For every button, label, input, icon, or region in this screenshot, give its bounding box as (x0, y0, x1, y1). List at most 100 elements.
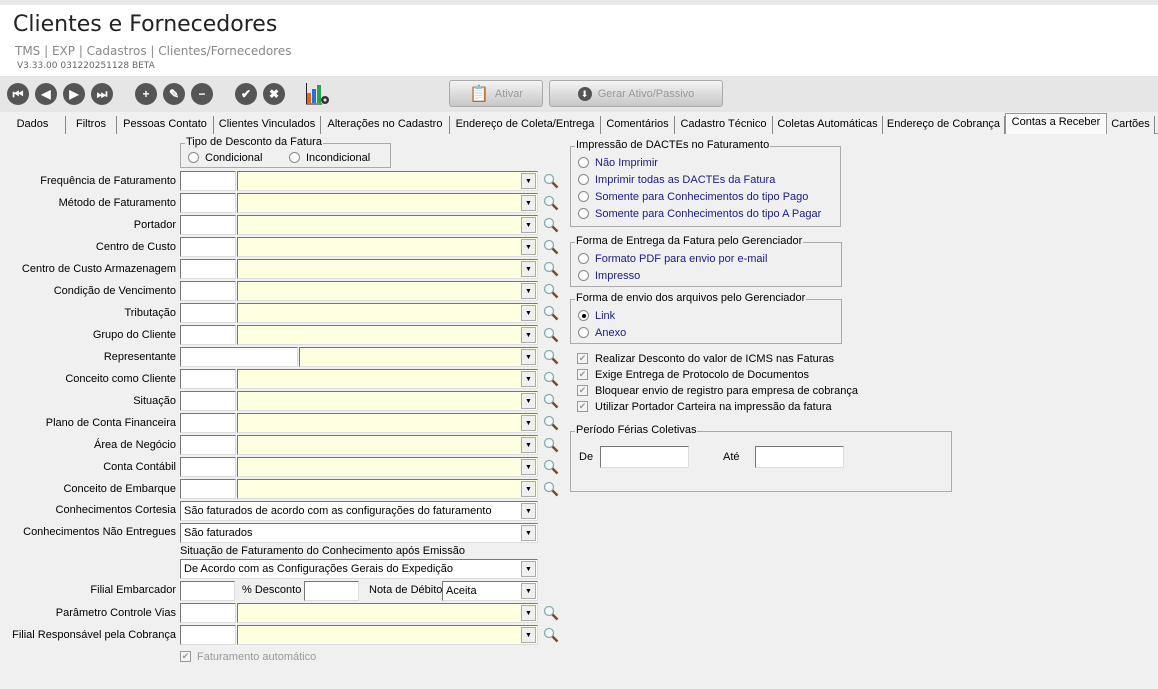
chevron-down-icon[interactable]: ▼ (521, 561, 536, 577)
remove-icon[interactable]: − (191, 83, 213, 105)
gerar-ativo-passivo-button[interactable]: ⬇ Gerar Ativo/Passivo (549, 80, 723, 107)
edit-icon[interactable]: ✎ (163, 83, 185, 105)
lookup-14-code-input[interactable] (180, 479, 236, 499)
radio-impressao-0[interactable] (578, 157, 589, 168)
lookup-8-code-input[interactable] (180, 347, 298, 367)
magnifier-icon[interactable] (543, 305, 559, 321)
tab-carto-es[interactable]: Cartões (1107, 116, 1155, 134)
magnifier-icon[interactable] (543, 261, 559, 277)
magnifier-icon[interactable] (543, 393, 559, 409)
lookup-4-select[interactable]: ▼ (237, 259, 538, 279)
chevron-down-icon[interactable]: ▼ (521, 605, 536, 621)
last-icon[interactable]: ⏭ (91, 83, 113, 105)
chevron-down-icon[interactable]: ▼ (521, 481, 536, 497)
lookup-3-select[interactable]: ▼ (237, 237, 538, 257)
radio-envio-0[interactable] (578, 310, 589, 321)
magnifier-icon[interactable] (543, 239, 559, 255)
parametro-controle-vias-code-input[interactable] (180, 603, 236, 623)
lookup-13-code-input[interactable] (180, 457, 236, 477)
tab-enderec-o-de-coleta-entrega[interactable]: Endereço de Coleta/Entrega (450, 116, 601, 134)
magnifier-icon[interactable] (543, 481, 559, 497)
magnifier-icon[interactable] (543, 459, 559, 475)
tab-filtros[interactable]: Filtros (66, 116, 117, 134)
lookup-14-select[interactable]: ▼ (237, 479, 538, 499)
chevron-down-icon[interactable]: ▼ (521, 261, 536, 277)
filial-embarcador-input[interactable] (180, 581, 235, 601)
radio-condicional[interactable] (188, 152, 199, 163)
lookup-12-select[interactable]: ▼ (237, 435, 538, 455)
nota-debito-select[interactable]: Aceita ▼ (442, 581, 538, 601)
chevron-down-icon[interactable]: ▼ (521, 583, 536, 599)
lookup-11-select[interactable]: ▼ (237, 413, 538, 433)
chevron-down-icon[interactable]: ▼ (521, 525, 536, 541)
magnifier-icon[interactable] (543, 173, 559, 189)
check-0-checkbox[interactable]: ✔ (577, 353, 588, 364)
radio-incondicional[interactable] (289, 152, 300, 163)
nao-entregues-select[interactable]: São faturados ▼ (180, 523, 538, 543)
lookup-9-select[interactable]: ▼ (237, 369, 538, 389)
chevron-down-icon[interactable]: ▼ (521, 217, 536, 233)
check-2-checkbox[interactable]: ✔ (577, 385, 588, 396)
radio-impressao-1[interactable] (578, 174, 589, 185)
ativar-button[interactable]: 📋 Ativar (449, 80, 543, 107)
add-icon[interactable]: + (135, 83, 157, 105)
magnifier-icon[interactable] (543, 195, 559, 211)
magnifier-icon[interactable] (543, 371, 559, 387)
situacao-select[interactable]: De Acordo com as Configurações Gerais do… (180, 559, 538, 579)
tab-cadastro-te-cnico[interactable]: Cadastro Técnico (675, 116, 773, 134)
lookup-2-code-input[interactable] (180, 215, 236, 235)
lookup-3-code-input[interactable] (180, 237, 236, 257)
tab-coletas-automa-ticas[interactable]: Coletas Automáticas (773, 116, 883, 134)
lookup-10-code-input[interactable] (180, 391, 236, 411)
faturamento-automatico-checkbox[interactable]: ✔ (180, 651, 191, 662)
chevron-down-icon[interactable]: ▼ (521, 459, 536, 475)
chevron-down-icon[interactable]: ▼ (521, 627, 536, 643)
lookup-2-select[interactable]: ▼ (237, 215, 538, 235)
radio-impressao-2[interactable] (578, 191, 589, 202)
tab-pessoas-contato[interactable]: Pessoas Contato (117, 116, 214, 134)
magnifier-icon[interactable] (543, 605, 559, 621)
previous-icon[interactable]: ◀ (35, 83, 57, 105)
lookup-13-select[interactable]: ▼ (237, 457, 538, 477)
cancel-icon[interactable]: ✖ (263, 83, 285, 105)
tab-alterac-o-es-no-cadastro[interactable]: Alterações no Cadastro (321, 116, 450, 134)
confirm-icon[interactable]: ✔ (235, 83, 257, 105)
lookup-8-select[interactable]: ▼ (299, 347, 538, 367)
radio-impressao-3[interactable] (578, 208, 589, 219)
lookup-11-code-input[interactable] (180, 413, 236, 433)
check-3-checkbox[interactable]: ✔ (577, 401, 588, 412)
check-1-checkbox[interactable]: ✔ (577, 369, 588, 380)
lookup-9-code-input[interactable] (180, 369, 236, 389)
chevron-down-icon[interactable]: ▼ (521, 305, 536, 321)
lookup-0-code-input[interactable] (180, 171, 236, 191)
chevron-down-icon[interactable]: ▼ (521, 195, 536, 211)
next-icon[interactable]: ▶ (63, 83, 85, 105)
magnifier-icon[interactable] (543, 349, 559, 365)
chevron-down-icon[interactable]: ▼ (521, 239, 536, 255)
lookup-5-code-input[interactable] (180, 281, 236, 301)
chevron-down-icon[interactable]: ▼ (521, 173, 536, 189)
lookup-4-code-input[interactable] (180, 259, 236, 279)
cortesia-select[interactable]: São faturados de acordo com as configura… (180, 501, 538, 521)
parametro-controle-vias-select[interactable]: ▼ (237, 603, 538, 623)
tab-dados[interactable]: Dados (0, 116, 66, 134)
lookup-7-select[interactable]: ▼ (237, 325, 538, 345)
radio-entrega-0[interactable] (578, 253, 589, 264)
lookup-5-select[interactable]: ▼ (237, 281, 538, 301)
ferias-de-input[interactable] (600, 446, 689, 468)
chevron-down-icon[interactable]: ▼ (521, 371, 536, 387)
chevron-down-icon[interactable]: ▼ (521, 393, 536, 409)
chevron-down-icon[interactable]: ▼ (521, 503, 536, 519)
filial-cobranca-select[interactable]: ▼ (237, 625, 538, 645)
tab-clientes-vinculados[interactable]: Clientes Vinculados (214, 116, 321, 134)
chevron-down-icon[interactable]: ▼ (521, 437, 536, 453)
ferias-ate-input[interactable] (755, 446, 844, 468)
first-icon[interactable]: ⏮ (7, 83, 29, 105)
lookup-6-select[interactable]: ▼ (237, 303, 538, 323)
chevron-down-icon[interactable]: ▼ (521, 415, 536, 431)
tab-contas-a-receber[interactable]: Contas a Receber (1005, 113, 1107, 134)
magnifier-icon[interactable] (543, 627, 559, 643)
lookup-1-select[interactable]: ▼ (237, 193, 538, 213)
magnifier-icon[interactable] (543, 283, 559, 299)
lookup-7-code-input[interactable] (180, 325, 236, 345)
